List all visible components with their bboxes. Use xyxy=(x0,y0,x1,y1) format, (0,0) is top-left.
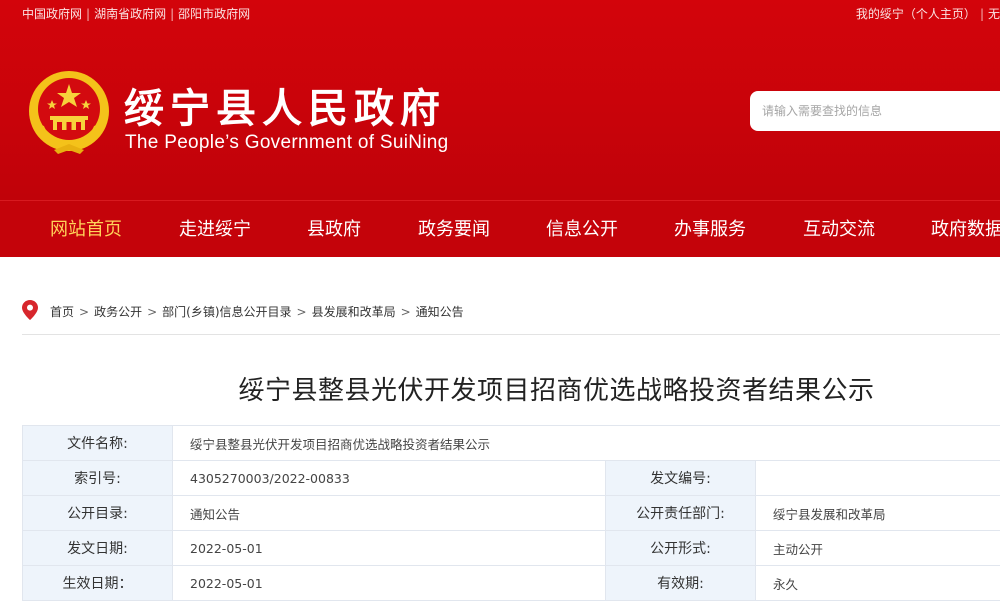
breadcrumb-dept[interactable]: 县发展和改革局 xyxy=(312,305,396,319)
top-right-links: 我的绥宁（个人主页） | 无 xyxy=(856,5,1000,22)
issue-date-label: 发文日期: xyxy=(22,530,173,566)
nav-services[interactable]: 办事服务 xyxy=(674,201,746,257)
search-input[interactable] xyxy=(760,103,994,119)
file-name-label: 文件名称: xyxy=(22,425,173,461)
index-label: 索引号: xyxy=(22,460,173,496)
catalog-value: 通知公告 xyxy=(172,495,606,531)
table-row: 公开目录: 通知公告 公开责任部门: 绥宁县发展和改革局 xyxy=(22,495,1000,531)
site-title: 绥宁县人民政府 xyxy=(124,86,446,132)
dept-label: 公开责任部门: xyxy=(605,495,756,531)
effective-date-label: 生效日期： xyxy=(22,565,173,601)
link-hunan-gov[interactable]: 湖南省政府网 xyxy=(94,7,166,21)
table-row: 发文日期: 2022-05-01 公开形式: 主动公开 xyxy=(22,530,1000,566)
form-label: 公开形式: xyxy=(605,530,756,566)
validity-label: 有效期: xyxy=(605,565,756,601)
nav-gov-data[interactable]: 政府数据 xyxy=(931,201,1000,257)
table-row: 文件名称: 绥宁县整县光伏开发项目招商优选战略投资者结果公示 xyxy=(22,425,1000,461)
document-info-table: 文件名称: 绥宁县整县光伏开发项目招商优选战略投资者结果公示 索引号: 4305… xyxy=(22,425,1000,601)
nav-home[interactable]: 网站首页 xyxy=(50,201,122,257)
site-subtitle: The People’s Government of SuiNing xyxy=(125,132,449,153)
breadcrumb-separator: > xyxy=(79,305,90,319)
link-my-suining[interactable]: 我的绥宁（个人主页） xyxy=(856,7,976,21)
catalog-label: 公开目录: xyxy=(22,495,173,531)
top-bar: 中国政府网 | 湖南省政府网 | 邵阳市政府网 我的绥宁（个人主页） | 无 xyxy=(0,0,1000,26)
breadcrumb-items: 首页 > 政务公开 > 部门(乡镇)信息公开目录 > 县发展和改革局 > 通知公告 xyxy=(50,303,464,320)
breadcrumb-dept-catalog[interactable]: 部门(乡镇)信息公开目录 xyxy=(162,305,291,319)
nav-county-gov[interactable]: 县政府 xyxy=(307,201,361,257)
article-title: 绥宁县整县光伏开发项目招商优选战略投资者结果公示 xyxy=(238,376,875,406)
breadcrumb-divider xyxy=(22,334,1000,335)
doc-no-label: 发文编号: xyxy=(605,460,756,496)
main-nav: 网站首页 走进绥宁 县政府 政务要闻 信息公开 办事服务 互动交流 政府数据 xyxy=(0,200,1000,257)
breadcrumb-gov-affairs[interactable]: 政务公开 xyxy=(94,305,142,319)
breadcrumb-separator: > xyxy=(147,305,158,319)
issue-date-value: 2022-05-01 xyxy=(172,530,606,566)
divider: | xyxy=(979,7,984,21)
breadcrumb-separator: > xyxy=(400,305,411,319)
link-accessibility[interactable]: 无 xyxy=(988,7,1000,21)
nav-about-suining[interactable]: 走进绥宁 xyxy=(179,201,251,257)
effective-date-value: 2022-05-01 xyxy=(172,565,606,601)
dept-value: 绥宁县发展和改革局 xyxy=(755,495,1000,531)
divider: | xyxy=(86,7,91,21)
nav-info-disclosure[interactable]: 信息公开 xyxy=(546,201,618,257)
file-name-value: 绥宁县整县光伏开发项目招商优选战略投资者结果公示 xyxy=(172,425,1000,461)
breadcrumb: 首页 > 政务公开 > 部门(乡镇)信息公开目录 > 县发展和改革局 > 通知公告 xyxy=(22,296,1000,326)
breadcrumb-notices[interactable]: 通知公告 xyxy=(416,305,464,319)
search-box xyxy=(750,91,1000,131)
form-value: 主动公开 xyxy=(755,530,1000,566)
breadcrumb-home[interactable]: 首页 xyxy=(50,305,74,319)
doc-no-value xyxy=(755,460,1000,496)
divider: | xyxy=(170,7,175,21)
nav-gov-news[interactable]: 政务要闻 xyxy=(418,201,490,257)
site-header: 中国政府网 | 湖南省政府网 | 邵阳市政府网 我的绥宁（个人主页） | 无 绥宁县人民政府… xyxy=(0,0,1000,200)
validity-value: 永久 xyxy=(755,565,1000,601)
top-links: 中国政府网 | 湖南省政府网 | 邵阳市政府网 xyxy=(22,5,250,22)
link-gov-cn[interactable]: 中国政府网 xyxy=(22,7,82,21)
table-row: 生效日期： 2022-05-01 有效期: 永久 xyxy=(22,565,1000,601)
link-shaoyang-gov[interactable]: 邵阳市政府网 xyxy=(178,7,250,21)
breadcrumb-separator: > xyxy=(296,305,307,319)
index-value: 4305270003/2022-00833 xyxy=(172,460,606,496)
nav-interaction[interactable]: 互动交流 xyxy=(803,201,875,257)
national-emblem-icon xyxy=(29,71,109,154)
table-row: 索引号: 4305270003/2022-00833 发文编号: xyxy=(22,460,1000,496)
location-pin-icon xyxy=(22,300,38,320)
